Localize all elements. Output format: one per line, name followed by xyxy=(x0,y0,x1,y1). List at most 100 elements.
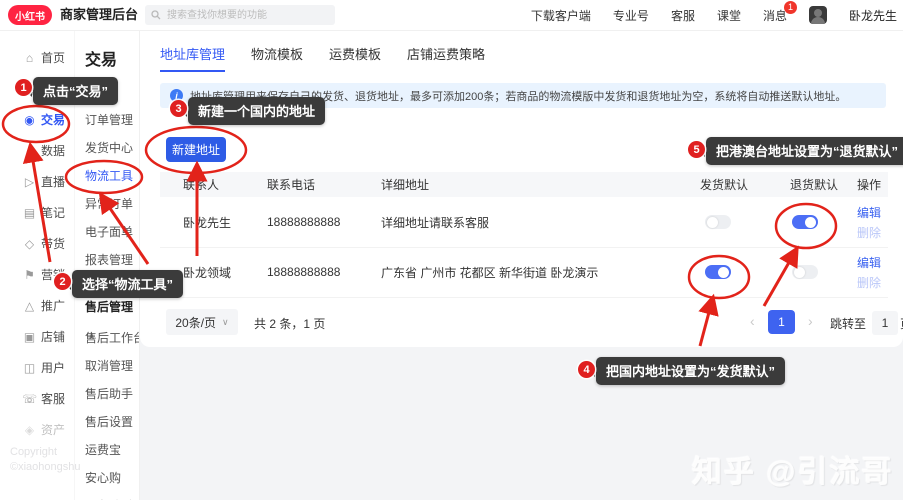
notes-icon: ▤ xyxy=(23,205,36,220)
jump-page-input[interactable] xyxy=(872,311,898,335)
contact-name: 卧龙先生 xyxy=(183,215,232,230)
contact-name: 卧龙领域 xyxy=(183,265,232,280)
sidebar-item-notes[interactable]: ▤ 笔记 xyxy=(0,197,74,228)
contact-address: 详细地址请联系客服 xyxy=(381,215,490,230)
contact-phone: 18888888888 xyxy=(267,215,341,229)
users-icon: ◫ xyxy=(23,360,36,375)
sidebar-item-label: 数据 xyxy=(41,144,66,158)
messages-link[interactable]: 消息 1 xyxy=(762,0,797,24)
col-return-default: 退货默认 xyxy=(790,178,839,192)
sidebar-item-live[interactable]: ▷ 直播 xyxy=(0,166,74,197)
address-library-card: 地址库管理 物流模板 运费模板 店铺运费策略 i 地址库管理用来保存自己的发货、… xyxy=(140,30,903,347)
tab-bar: 地址库管理 物流模板 运费模板 店铺运费策略 xyxy=(160,44,485,72)
sidebar-item-label: 首页 xyxy=(41,51,66,65)
submenu-item-abnormal-orders[interactable]: 异常订单 xyxy=(85,190,133,218)
sidebar-item-data[interactable]: ◔ 数据 xyxy=(0,135,74,166)
submenu-item-logistics-tools[interactable]: 物流工具 xyxy=(85,162,133,190)
sidebar-item-selling[interactable]: ◇ 带货 xyxy=(0,228,74,259)
ship-default-toggle[interactable] xyxy=(705,215,731,229)
prev-page-button[interactable]: ‹ xyxy=(750,313,755,329)
tab-shop-freight-strategy[interactable]: 店铺运费策略 xyxy=(407,44,485,72)
sidebar-item-label: 笔记 xyxy=(41,206,66,220)
copyright-watermark: Copyright ©xiaohongshu xyxy=(10,446,81,473)
submenu-item-order-management[interactable]: 订单管理 xyxy=(85,106,133,134)
col-contact: 联系人 xyxy=(183,178,220,192)
avatar[interactable] xyxy=(808,6,827,24)
submenu-item-shipping-center[interactable]: 发货中心 xyxy=(85,134,133,162)
edit-link[interactable]: 编辑 xyxy=(857,253,881,273)
xiaohongshu-logo: 小红书 xyxy=(8,5,52,25)
step-3-callout: 新建一个国内的地址 xyxy=(180,97,326,125)
professional-account-link[interactable]: 专业号 xyxy=(613,7,649,24)
col-address: 详细地址 xyxy=(381,178,430,192)
delete-link[interactable]: 删除 xyxy=(857,273,881,293)
ship-default-toggle[interactable] xyxy=(705,265,731,279)
sidebar-item-assets[interactable]: ◈ 资产 xyxy=(0,414,74,445)
search-input[interactable] xyxy=(165,8,329,22)
new-address-button[interactable]: 新建地址 xyxy=(166,137,226,162)
message-count-badge: 1 xyxy=(783,0,797,14)
sidebar-item-shop[interactable]: ▣ 店铺 xyxy=(0,321,74,352)
submenu-item-aftersales-settings[interactable]: 售后设置 xyxy=(85,408,139,436)
step-4-badge: 4 xyxy=(578,361,595,378)
marketing-icon: ⚑ xyxy=(24,267,35,282)
shop-icon: ▣ xyxy=(23,329,36,344)
step-4-callout: 把国内地址设置为“发货默认” xyxy=(588,357,786,385)
step-2-badge: 2 xyxy=(54,273,71,290)
page-size-value: 20条/页 xyxy=(175,315,217,330)
page-size-select[interactable]: 20条/页 ∨ xyxy=(166,309,238,335)
sidebar-item-label: 推广 xyxy=(41,299,66,313)
step-1-callout: 点击“交易” xyxy=(25,77,119,105)
messages-label: 消息 xyxy=(762,8,787,23)
sidebar-item-label: 直播 xyxy=(41,175,66,189)
classroom-link[interactable]: 课堂 xyxy=(717,7,741,24)
sidebar-item-trade[interactable]: ◉ 交易 xyxy=(0,104,74,135)
tab-address-library[interactable]: 地址库管理 xyxy=(160,44,226,72)
tab-freight-template[interactable]: 运费模板 xyxy=(329,44,381,72)
zhihu-watermark: 知乎 @引流哥 xyxy=(692,456,894,489)
sidebar-item-home[interactable]: ⌂ 首页 xyxy=(0,42,74,73)
submenu-title: 交易 xyxy=(85,52,118,69)
table-header: 联系人 联系电话 详细地址 发货默认 退货默认 操作 xyxy=(160,172,888,197)
customer-service-link[interactable]: 客服 xyxy=(671,7,695,24)
sidebar-item-promotion[interactable]: △ 推广 xyxy=(0,290,74,321)
submenu-item-aftersales-workbench[interactable]: 售后工作台 xyxy=(85,324,139,352)
submenu-item-e-waybill[interactable]: 电子面单 xyxy=(85,218,133,246)
submenu-item-service-assistant[interactable]: 服务助手 xyxy=(85,492,139,500)
jump-to-label: 跳转至 xyxy=(830,317,867,331)
return-default-toggle[interactable] xyxy=(792,215,818,229)
submenu-item-cancel-management[interactable]: 取消管理 xyxy=(85,352,139,380)
selling-icon: ◇ xyxy=(24,236,35,251)
contact-address: 广东省 广州市 花都区 新华街道 卧龙演示 xyxy=(381,265,599,280)
home-icon: ⌂ xyxy=(25,50,34,65)
next-page-button[interactable]: › xyxy=(808,313,813,329)
download-client-link[interactable]: 下载客户端 xyxy=(531,7,591,24)
data-icon: ◔ xyxy=(25,143,34,158)
col-phone: 联系电话 xyxy=(267,178,316,192)
global-search[interactable] xyxy=(145,5,335,25)
tab-logistics-template[interactable]: 物流模板 xyxy=(251,44,303,72)
submenu-item-aftersales-assistant[interactable]: 售后助手 xyxy=(85,380,139,408)
search-icon xyxy=(151,10,161,20)
step-5-badge: 5 xyxy=(688,141,705,158)
contact-phone: 18888888888 xyxy=(267,265,341,279)
sidebar-item-service[interactable]: ☏ 客服 xyxy=(0,383,74,414)
live-icon: ▷ xyxy=(24,174,35,189)
username[interactable]: 卧龙先生 xyxy=(849,7,897,24)
sidebar-item-label: 资产 xyxy=(41,423,66,437)
trade-icon: ◉ xyxy=(24,112,35,127)
page-footer-area: 知乎 @引流哥 xyxy=(140,347,903,500)
delete-link[interactable]: 删除 xyxy=(857,223,881,243)
app-title: 商家管理后台 xyxy=(60,7,139,22)
edit-link[interactable]: 编辑 xyxy=(857,203,881,223)
assets-icon: ◈ xyxy=(24,422,35,437)
pagination-summary: 共 2 条，1 页 xyxy=(254,317,326,331)
step-3-badge: 3 xyxy=(170,100,187,117)
page-1-button[interactable]: 1 xyxy=(768,310,795,334)
return-default-toggle[interactable] xyxy=(792,265,818,279)
sidebar-item-label: 客服 xyxy=(41,392,66,406)
sidebar-item-users[interactable]: ◫ 用户 xyxy=(0,352,74,383)
topbar: 小红书 商家管理后台 下载客户端 专业号 客服 课堂 消息 1 卧龙先生 xyxy=(0,0,903,31)
promotion-icon: △ xyxy=(24,298,35,313)
sidebar-item-label: 带货 xyxy=(41,237,66,251)
